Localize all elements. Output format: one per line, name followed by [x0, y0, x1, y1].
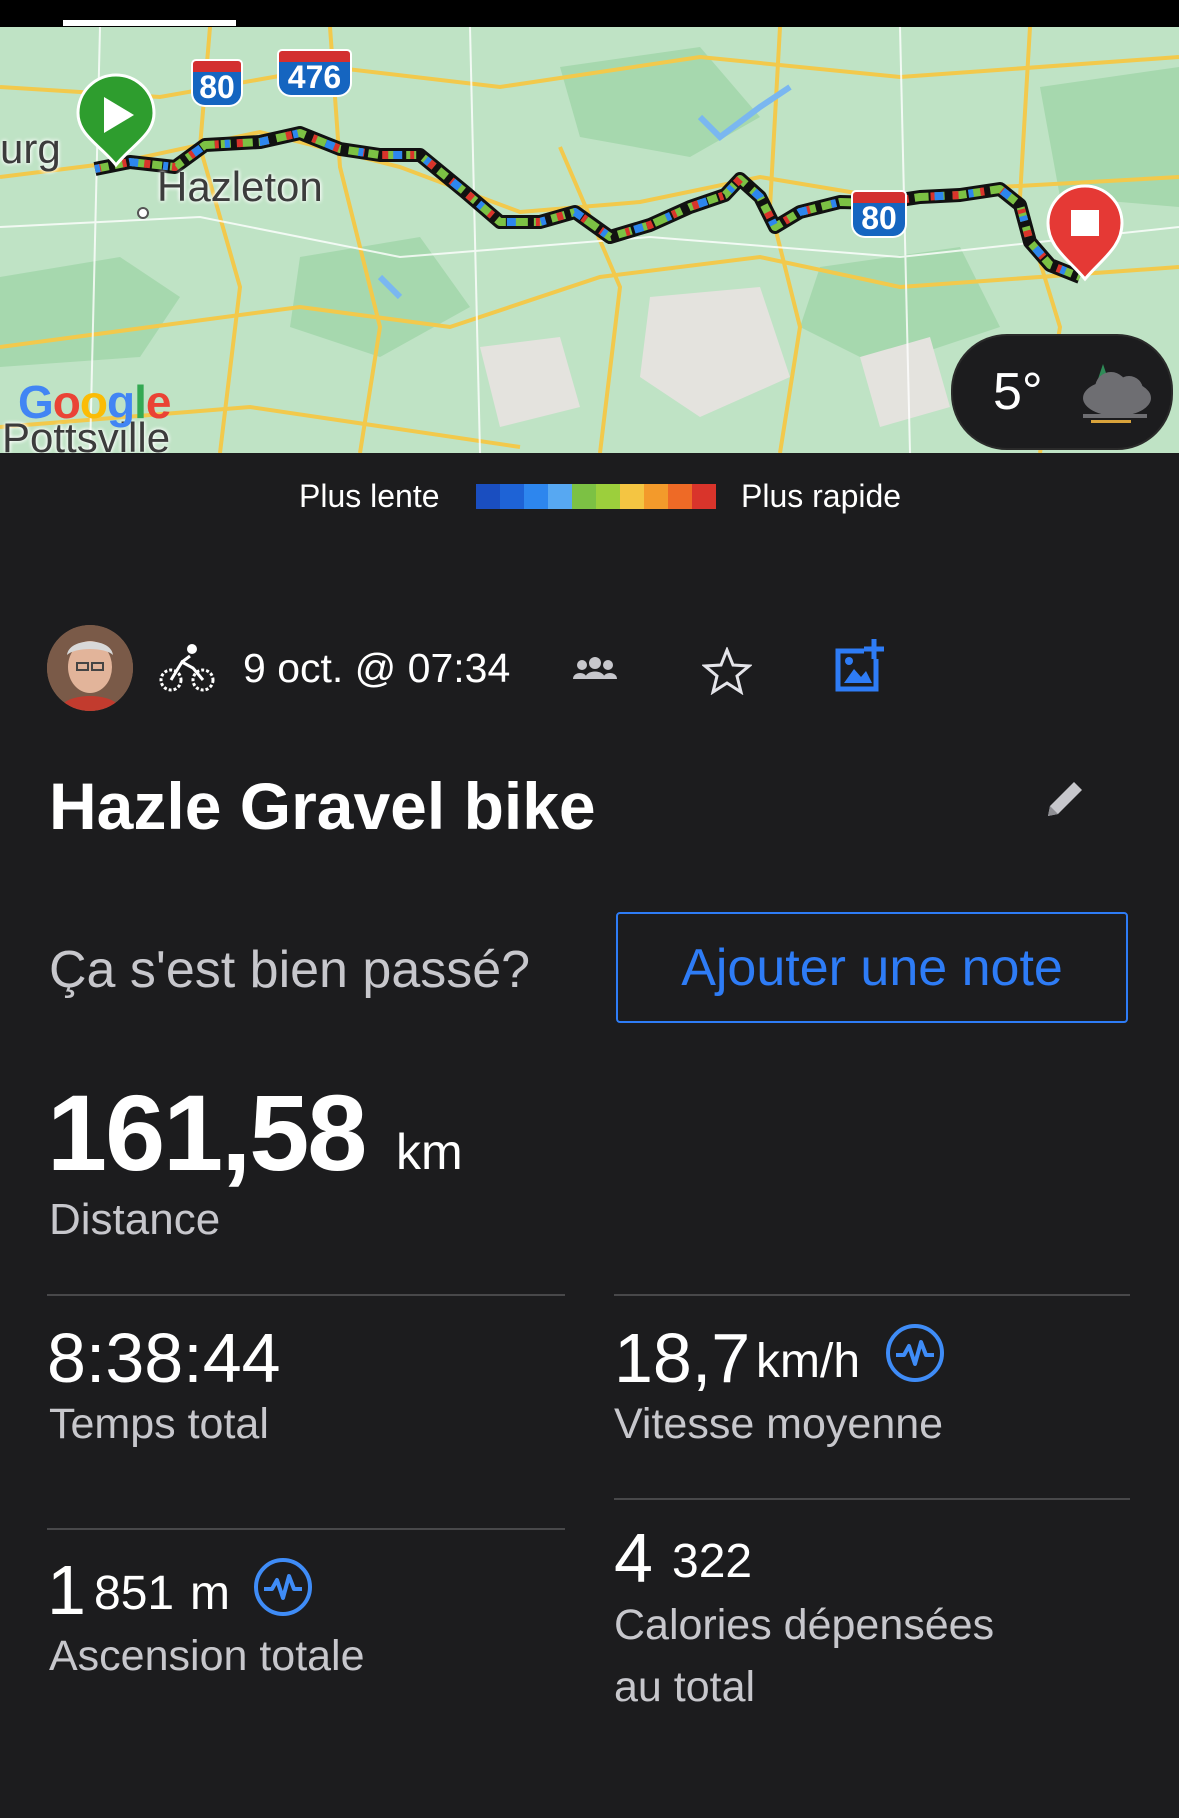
status-bar	[0, 0, 1179, 27]
distance-unit: km	[396, 1124, 463, 1180]
avg-speed-label: Vitesse moyenne	[614, 1400, 944, 1448]
speed-gradient-bar	[476, 484, 716, 509]
total-time-value: 8:38:44	[47, 1319, 281, 1397]
distance-value: 161,58	[47, 1072, 367, 1193]
calories-label: Calories dépensées au total	[614, 1594, 994, 1718]
elevation-value-rest: 851	[94, 1567, 175, 1620]
calories-label-line: Calories dépensées	[614, 1601, 995, 1649]
page-title: Hazle Gravel bike	[49, 769, 596, 843]
add-photo-icon[interactable]	[834, 637, 888, 695]
google-logo: Google	[18, 376, 171, 428]
weather-temperature: 5°	[993, 363, 1043, 421]
elevation-label: Ascension totale	[49, 1632, 365, 1680]
favorite-star-icon[interactable]	[702, 647, 752, 695]
avg-speed-value: 18,7	[614, 1319, 751, 1397]
bicycle-icon	[159, 644, 215, 692]
add-note-button[interactable]: Ajouter une note	[616, 912, 1128, 1023]
elevation-value: 1	[47, 1551, 86, 1629]
pulse-chart-icon[interactable]	[884, 1322, 946, 1384]
legend-fast-label: Plus rapide	[741, 478, 902, 514]
note-prompt: Ça s'est bien passé?	[49, 941, 531, 999]
avg-speed-unit: km/h	[756, 1335, 861, 1388]
highway-shield: 476	[277, 49, 352, 97]
elevation-unit: m	[190, 1567, 230, 1620]
highway-shield: 80	[191, 59, 243, 107]
cloudy-icon	[1083, 364, 1151, 423]
total-time-label: Temps total	[49, 1400, 269, 1448]
weather-badge: 5°	[951, 334, 1173, 450]
activity-meta-row: 9 oct. @ 07:34	[0, 625, 1179, 715]
calories-value-rest: 322	[672, 1535, 753, 1588]
speed-legend: Plus lente Plus rapide	[0, 478, 1179, 518]
distance-label: Distance	[49, 1195, 221, 1244]
calories-value: 4	[614, 1519, 653, 1597]
calories-label-line: au total	[614, 1663, 756, 1711]
activity-date: 9 oct. @ 07:34	[243, 645, 511, 691]
map-place-label: urg	[0, 125, 61, 172]
route-map[interactable]: 80 476 80 urg Hazleton Pottsville Google…	[0, 27, 1179, 453]
group-icon[interactable]	[573, 655, 617, 681]
pulse-chart-icon[interactable]	[252, 1556, 314, 1618]
map-place-label: Hazleton	[157, 163, 323, 210]
divider	[47, 1528, 565, 1530]
highway-shield: 80	[851, 190, 907, 238]
legend-slow-label: Plus lente	[299, 478, 440, 514]
divider	[614, 1294, 1130, 1296]
divider	[47, 1294, 565, 1296]
avatar[interactable]	[47, 625, 133, 711]
divider	[614, 1498, 1130, 1500]
edit-pencil-icon[interactable]	[1042, 776, 1088, 822]
